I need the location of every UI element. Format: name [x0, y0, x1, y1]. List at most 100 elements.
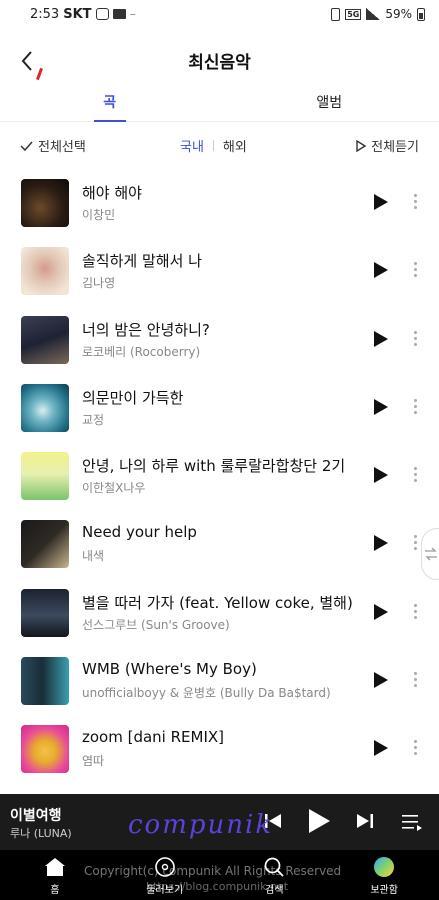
more-options-button[interactable] — [409, 670, 421, 690]
page-title: 최신음악 — [188, 53, 251, 73]
song-title: Need your help — [82, 523, 197, 542]
battery-percent: 59% — [385, 7, 412, 21]
play-icon — [374, 194, 388, 210]
status-time: 2:53 — [30, 6, 60, 22]
play-all-label: 전체듣기 — [371, 140, 419, 155]
side-panel-handle[interactable] — [421, 528, 439, 580]
swap-arrows-icon — [425, 547, 437, 561]
play-button[interactable] — [373, 193, 389, 211]
nav-library[interactable]: 보관함 — [329, 850, 439, 900]
skip-previous-icon — [265, 814, 281, 828]
nav-browse[interactable]: 둘러보기 — [110, 850, 220, 900]
battery-icon — [417, 7, 425, 21]
album-art — [21, 588, 69, 637]
tab-albums[interactable]: 앨범 — [220, 86, 439, 121]
song-title: zoom [dani REMIX] — [82, 728, 225, 747]
more-options-button[interactable] — [409, 465, 421, 485]
play-icon — [309, 809, 330, 833]
song-title: 안녕, 나의 하루 with 룰루랄라합창단 2기 — [82, 457, 346, 476]
bottom-nav: 홈 둘러보기 검색 보관함 — [0, 850, 439, 900]
more-options-button[interactable] — [409, 602, 421, 622]
network-type-icon: 5G — [345, 8, 362, 20]
nav-home[interactable]: 홈 — [0, 850, 110, 900]
now-playing-title: 이별여행 — [10, 808, 62, 824]
play-pause-button[interactable] — [306, 807, 332, 839]
skip-next-icon — [357, 814, 373, 828]
song-title: 너의 밤은 안녕하니? — [82, 320, 210, 339]
song-title: 별을 따러 가자 (feat. Yellow coke, 별해) — [82, 593, 353, 612]
song-row[interactable]: 안녕, 나의 하루 with 룰루랄라합창단 2기 이한철X나우 — [0, 441, 439, 509]
home-icon — [44, 858, 65, 876]
song-row[interactable]: zoom [dani REMIX] 염따 — [0, 714, 439, 782]
song-row[interactable]: 별을 따러 가자 (feat. Yellow coke, 별해) 선스그루브 (… — [0, 578, 439, 646]
region-domestic-button[interactable]: 국내 — [180, 136, 204, 155]
song-row[interactable]: Need your help 내색 — [0, 509, 439, 577]
play-button[interactable] — [373, 739, 389, 757]
album-art — [21, 520, 69, 569]
play-icon — [374, 330, 388, 347]
nav-library-label: 보관함 — [370, 885, 398, 896]
playlist-button[interactable] — [401, 813, 423, 835]
song-row[interactable]: 의문만이 가득한 교정 — [0, 373, 439, 441]
play-button[interactable] — [373, 261, 389, 279]
play-button[interactable] — [373, 466, 389, 484]
now-playing-artist: 루나 (LUNA) — [10, 827, 72, 840]
more-options-button[interactable] — [409, 397, 421, 417]
region-divider — [212, 140, 214, 151]
region-filter: 국내 해외 — [180, 136, 247, 155]
more-options-button[interactable] — [409, 260, 421, 280]
status-carrier: SKT — [63, 6, 92, 22]
more-options-button[interactable] — [409, 192, 421, 212]
next-button[interactable] — [355, 812, 375, 834]
song-row[interactable]: 솔직하게 말해서 나 김나영 — [0, 236, 439, 304]
play-icon — [374, 535, 388, 552]
select-all-button[interactable]: 전체선택 — [20, 136, 86, 155]
song-artist: 염따 — [82, 754, 105, 769]
nav-search-label: 검색 — [265, 885, 284, 896]
song-title: 의문만이 가득한 — [82, 388, 184, 407]
song-artist: 이한철X나우 — [82, 481, 146, 496]
play-button[interactable] — [373, 330, 389, 348]
play-icon — [374, 398, 388, 415]
more-options-button[interactable] — [409, 533, 421, 553]
region-foreign-button[interactable]: 해외 — [223, 136, 247, 155]
song-title: 솔직하게 말해서 나 — [82, 252, 202, 271]
play-outline-icon — [356, 139, 367, 152]
song-artist: unofficialboyy & 윤병호 (Bully Da Ba$tard) — [82, 686, 331, 701]
nav-search[interactable]: 검색 — [220, 850, 330, 900]
song-list: 해야 해야 이창민 솔직하게 말해서 나 김나영 너의 밤은 안녕하니? 로코베… — [0, 168, 439, 783]
app-notification-icon — [95, 8, 109, 20]
play-icon — [374, 262, 388, 279]
check-icon — [20, 141, 33, 151]
signal-icon — [366, 8, 381, 20]
previous-button[interactable] — [263, 812, 283, 834]
album-art — [21, 452, 69, 501]
nav-browse-label: 둘러보기 — [146, 885, 184, 896]
more-options-button[interactable] — [409, 329, 421, 349]
song-title: 해야 해야 — [82, 184, 142, 202]
play-icon — [374, 672, 388, 689]
song-row[interactable]: WMB (Where's My Boy) unofficialboyy & 윤병… — [0, 646, 439, 714]
play-button[interactable] — [373, 534, 389, 552]
play-button[interactable] — [373, 671, 389, 689]
song-row[interactable]: 너의 밤은 안녕하니? 로코베리 (Rocoberry) — [0, 305, 439, 373]
disc-icon — [154, 857, 175, 877]
mail-notification-icon — [112, 9, 126, 19]
play-all-button[interactable]: 전체듣기 — [356, 136, 419, 155]
tab-songs[interactable]: 곡 — [0, 86, 220, 122]
play-button[interactable] — [373, 398, 389, 416]
status-bar: 2:53 SKT – 5G 59% — [0, 0, 439, 28]
mini-player[interactable]: 이별여행 루나 (LUNA) — [0, 794, 439, 850]
play-icon — [374, 467, 388, 484]
more-options-button[interactable] — [409, 738, 421, 758]
song-row[interactable]: 해야 해야 이창민 — [0, 168, 439, 236]
vibrate-icon — [331, 7, 341, 21]
play-icon — [374, 740, 388, 757]
song-artist: 로코베리 (Rocoberry) — [82, 344, 201, 359]
play-button[interactable] — [373, 603, 389, 621]
song-artist: 교정 — [82, 412, 105, 427]
album-art — [21, 315, 69, 364]
filter-row: 전체선택 국내 해외 전체듣기 — [0, 134, 439, 156]
select-all-label: 전체선택 — [38, 140, 86, 155]
library-icon — [374, 857, 395, 877]
